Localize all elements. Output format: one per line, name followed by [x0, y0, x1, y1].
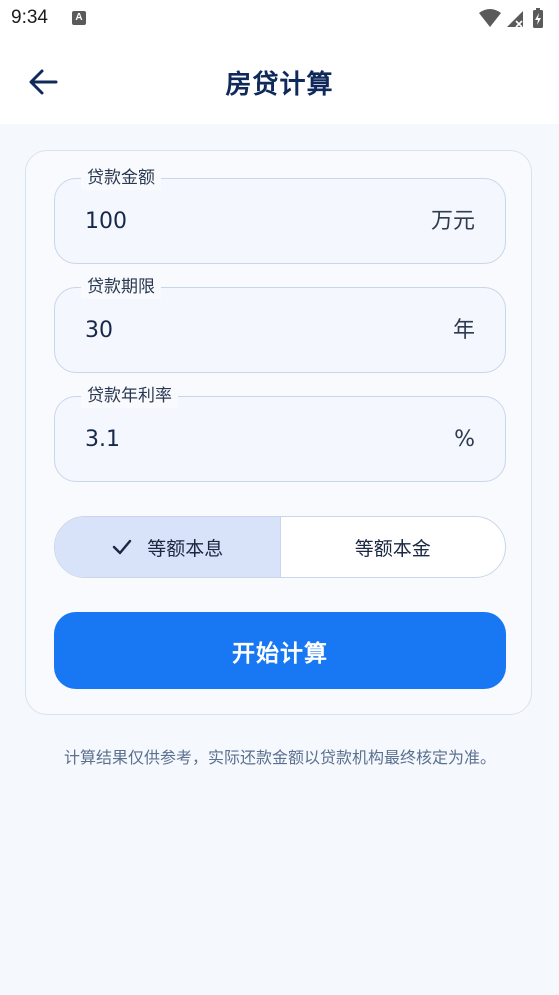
notification-icon: A — [72, 11, 86, 25]
interest-rate-input[interactable] — [85, 425, 385, 455]
app-bar: 房贷计算 — [0, 40, 559, 124]
loan-amount-input[interactable] — [85, 207, 385, 237]
segment-equal-installment-label: 等额本息 — [147, 537, 224, 560]
loan-term-field[interactable]: 贷款期限 年 — [54, 275, 506, 373]
loan-amount-unit: 万元 — [430, 209, 475, 234]
loan-calculator-card: 贷款金额 万元 贷款期限 年 贷款年利率 % 等额本息 等额本金 开始计算 — [25, 150, 532, 715]
disclaimer-text: 计算结果仅供参考，实际还款金额以贷款机构最终核定为准。 — [63, 748, 496, 767]
battery-charging-icon — [533, 8, 543, 28]
status-time: 9:34 — [11, 7, 48, 28]
segment-equal-principal-label: 等额本金 — [354, 537, 431, 560]
check-icon — [113, 539, 132, 555]
loan-amount-label: 贷款金额 — [81, 166, 161, 190]
loan-amount-field[interactable]: 贷款金额 万元 — [54, 166, 506, 264]
status-bar: 9:34 A — [0, 0, 559, 40]
loan-term-input[interactable] — [85, 316, 385, 346]
calculate-button[interactable]: 开始计算 — [54, 612, 506, 689]
interest-rate-unit: % — [454, 427, 475, 452]
page-title: 房贷计算 — [225, 70, 334, 100]
wifi-icon — [479, 9, 501, 27]
interest-rate-label: 贷款年利率 — [81, 384, 178, 408]
loan-term-label: 贷款期限 — [81, 275, 161, 299]
interest-rate-field[interactable]: 贷款年利率 % — [54, 384, 506, 482]
loan-term-unit: 年 — [452, 318, 475, 343]
segment-equal-installment[interactable]: 等额本息 — [55, 517, 281, 577]
status-icons — [479, 8, 543, 28]
signal-icon — [507, 11, 523, 28]
repayment-method-toggle: 等额本息 等额本金 — [54, 516, 506, 578]
segment-equal-principal[interactable]: 等额本金 — [281, 517, 506, 577]
